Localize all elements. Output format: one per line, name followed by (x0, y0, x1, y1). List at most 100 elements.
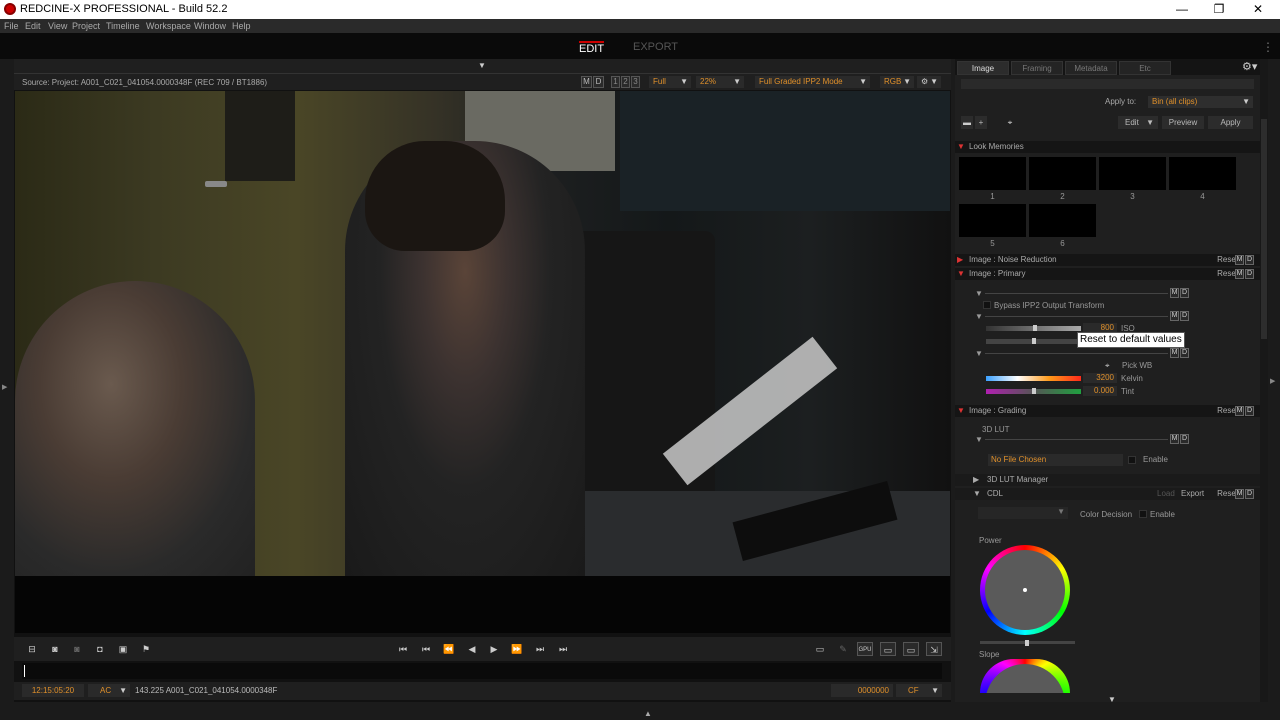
wheel-puck[interactable] (1023, 588, 1027, 592)
tab-image[interactable]: Image (957, 61, 1009, 75)
mode-dropdown[interactable]: Full Graded IPP2 Mode ▼ (755, 76, 870, 88)
cdl-preset-dropdown[interactable]: ▼ (978, 507, 1068, 519)
d-button[interactable]: D (1245, 255, 1254, 265)
m-button[interactable]: M (1235, 255, 1244, 265)
look-memory-slot[interactable] (959, 157, 1026, 190)
lut-enable-checkbox[interactable] (1128, 456, 1136, 464)
slider-knob[interactable] (1033, 325, 1037, 331)
tab-metadata[interactable]: Metadata (1065, 61, 1117, 75)
scrollbar-thumb[interactable] (1261, 119, 1267, 339)
tab-framing[interactable]: Framing (1011, 61, 1063, 75)
video-frame[interactable] (15, 91, 950, 576)
tint-value[interactable]: 0.000 (1083, 386, 1117, 396)
slider-knob[interactable] (1032, 338, 1036, 344)
add-icon[interactable]: + (975, 116, 987, 129)
m-button[interactable]: M (1170, 311, 1179, 321)
mark-in-icon[interactable]: ⊟ (24, 642, 40, 656)
bypass-checkbox[interactable] (983, 301, 991, 309)
collapse-icon[interactable]: ▼ (975, 349, 983, 358)
prev-marker-icon[interactable]: ⏮ (418, 642, 434, 656)
look-memories-header[interactable]: ▼ Look Memories (955, 141, 1260, 153)
next-marker-icon[interactable]: ⏭ (532, 642, 548, 656)
menu-edit[interactable]: Edit (25, 21, 41, 31)
d-button[interactable]: D (1245, 489, 1254, 499)
look-memory-slot[interactable] (959, 204, 1026, 237)
target-icon[interactable]: ⌖ (1003, 116, 1017, 129)
resolution-dropdown[interactable]: Full ▼ (649, 76, 691, 88)
skip-end-icon[interactable]: ⏭ (555, 642, 571, 656)
timeline-scrubber[interactable] (22, 663, 942, 679)
noise-reduction-header[interactable]: ▶ Image : Noise Reduction Reset M D (955, 254, 1260, 266)
slider-knob[interactable] (1025, 640, 1029, 646)
panel-scrollbar[interactable] (1260, 59, 1268, 702)
tint-slider[interactable] (986, 388, 1081, 394)
d-button[interactable]: D (1180, 434, 1189, 444)
look-memory-slot[interactable] (1029, 157, 1096, 190)
settings-icon[interactable]: ⋮ (1262, 40, 1274, 54)
tab-edit[interactable]: EDIT (579, 41, 605, 55)
menu-help[interactable]: Help (232, 21, 251, 31)
maximize-button[interactable]: ❐ (1204, 1, 1234, 18)
expand-left-icon[interactable]: ▶ (2, 383, 7, 391)
d-button[interactable]: D (1245, 269, 1254, 279)
m-button[interactable]: M (1170, 288, 1179, 298)
viewer-settings-dropdown[interactable]: ⚙ ▼ (917, 76, 941, 88)
view-3-button[interactable]: 3 (631, 76, 640, 88)
menu-timeline[interactable]: Timeline (106, 21, 140, 31)
minimize-button[interactable]: — (1167, 1, 1197, 18)
d-button[interactable]: D (1180, 311, 1189, 321)
cdl-header[interactable]: ▼ CDL Load Export Reset M D (955, 488, 1260, 500)
collapse-icon[interactable]: ▼ (975, 289, 983, 298)
skip-start-icon[interactable]: ⏮ (395, 642, 411, 656)
frame-counter[interactable]: 0000000 (831, 684, 893, 697)
lut-manager-header[interactable]: ▶ 3D LUT Manager (955, 474, 1260, 486)
scroll-down-icon[interactable]: ▼ (1108, 695, 1116, 704)
grading-header[interactable]: ▼ Image : Grading Reset M D (955, 405, 1260, 417)
look-memory-slot[interactable] (1029, 204, 1096, 237)
slider-knob[interactable] (1032, 388, 1036, 394)
m-button[interactable]: M (1235, 406, 1244, 416)
menu-file[interactable]: File (4, 21, 19, 31)
lut-file-field[interactable]: No File Chosen (988, 454, 1123, 466)
zoom-dropdown[interactable]: 22% ▼ (696, 76, 744, 88)
iso-slider[interactable] (986, 325, 1081, 331)
timecode-type-dropdown[interactable]: AC ▼ (88, 684, 130, 697)
d-button[interactable]: D (1245, 406, 1254, 416)
step-back-icon[interactable]: ◀ (464, 642, 480, 656)
gpu-icon[interactable]: GPU (857, 642, 873, 656)
eyedropper-icon[interactable]: ⌖ (1105, 361, 1110, 371)
folder-icon[interactable]: ▬ (961, 116, 973, 129)
look-memory-slot[interactable] (1099, 157, 1166, 190)
d-button[interactable]: D (1180, 288, 1189, 298)
menu-workspace[interactable]: Workspace (146, 21, 191, 31)
collapse-icon[interactable]: ▼ (975, 435, 983, 444)
flag-icon[interactable]: ⚑ (138, 642, 154, 656)
panel-settings-icon[interactable]: ⚙▾ (1242, 60, 1257, 73)
apply-button[interactable]: Apply (1208, 116, 1253, 129)
view-1-button[interactable]: 1 (611, 76, 620, 88)
collapse-icon[interactable]: ▼ (975, 312, 983, 321)
primary-header[interactable]: ▼ Image : Primary Reset M D (955, 268, 1260, 280)
apply-to-dropdown[interactable]: Bin (all clips) ▼ (1148, 96, 1253, 108)
m-button[interactable]: M (1170, 434, 1179, 444)
playhead[interactable] (24, 665, 25, 677)
kelvin-value[interactable]: 3200 (1083, 373, 1117, 383)
expand-right-icon[interactable]: ▶ (1270, 377, 1275, 385)
aspect-icon[interactable]: ▭ (880, 642, 896, 656)
export-frame-icon[interactable]: ⇲ (926, 642, 942, 656)
collapse-arrow-icon[interactable]: ▼ (478, 61, 486, 70)
m-button[interactable]: M (1235, 489, 1244, 499)
m-button[interactable]: M (1170, 348, 1179, 358)
fast-forward-icon[interactable]: ⏩ (509, 642, 525, 656)
export-button[interactable]: Export (1181, 488, 1204, 500)
snapshot-icon[interactable]: ◙ (47, 642, 63, 656)
m-button[interactable]: M (1235, 269, 1244, 279)
timecode-display[interactable]: 12:15:05:20 (22, 684, 84, 697)
r3d-snapshot-icon[interactable]: ◘ (92, 642, 108, 656)
menu-window[interactable]: Window (194, 21, 226, 31)
d-button[interactable]: D (1180, 348, 1189, 358)
power-slider[interactable] (980, 640, 1075, 646)
menu-project[interactable]: Project (72, 21, 100, 31)
overlay-icon[interactable]: ▣ (115, 642, 131, 656)
m-button[interactable]: M (581, 76, 592, 88)
